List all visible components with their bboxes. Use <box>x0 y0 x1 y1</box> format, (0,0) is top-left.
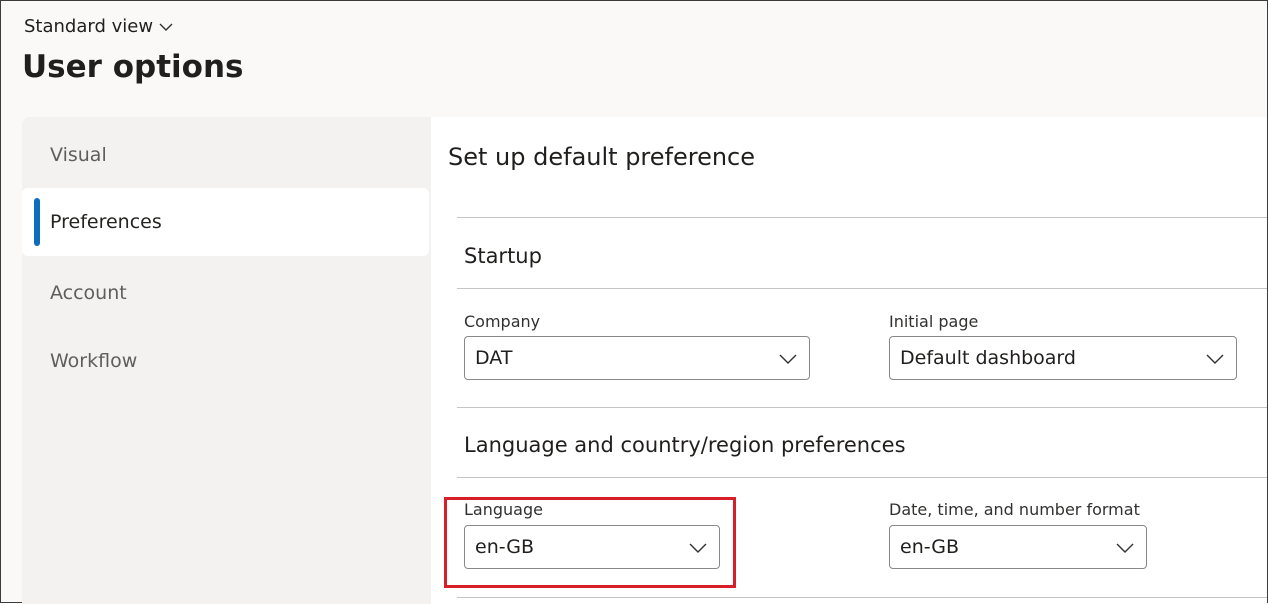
sidebar-item-preferences[interactable]: Preferences <box>22 188 429 256</box>
panel-heading: Set up default preference <box>448 143 756 171</box>
initial-page-value: Default dashboard <box>900 347 1076 369</box>
active-indicator <box>34 198 40 246</box>
company-value: DAT <box>475 347 513 369</box>
divider <box>457 288 1267 289</box>
chevron-down-icon <box>779 350 797 369</box>
sidebar-item-account[interactable]: Account <box>22 259 429 327</box>
sidebar-item-label: Visual <box>50 144 107 166</box>
sidebar-nav: Visual Preferences Account Workflow <box>22 117 431 604</box>
chevron-down-icon <box>159 16 173 37</box>
company-label: Company <box>464 312 541 331</box>
sidebar-item-label: Workflow <box>50 350 138 372</box>
app-window: Standard view User options Visual Prefer… <box>0 0 1268 604</box>
divider <box>457 217 1267 218</box>
chevron-down-icon <box>1116 539 1134 558</box>
section-title-startup: Startup <box>464 244 542 268</box>
language-highlight-box <box>444 497 736 588</box>
view-selector-label: Standard view <box>24 16 154 37</box>
view-selector[interactable]: Standard view <box>24 16 173 37</box>
sidebar-item-workflow[interactable]: Workflow <box>22 327 429 395</box>
format-label: Date, time, and number format <box>889 500 1140 519</box>
sidebar-item-visual[interactable]: Visual <box>22 121 429 189</box>
divider <box>457 477 1267 478</box>
section-title-language: Language and country/region preferences <box>464 433 906 457</box>
sidebar-item-label: Preferences <box>50 211 162 233</box>
sidebar-item-label: Account <box>50 282 127 304</box>
company-select[interactable]: DAT <box>464 336 810 380</box>
page-title: User options <box>22 49 244 85</box>
divider <box>457 597 1267 598</box>
format-select[interactable]: en-GB <box>889 525 1147 569</box>
format-value: en-GB <box>900 536 960 558</box>
initial-page-label: Initial page <box>889 312 979 331</box>
initial-page-select[interactable]: Default dashboard <box>889 336 1237 380</box>
divider <box>457 407 1267 408</box>
chevron-down-icon <box>1206 350 1224 369</box>
